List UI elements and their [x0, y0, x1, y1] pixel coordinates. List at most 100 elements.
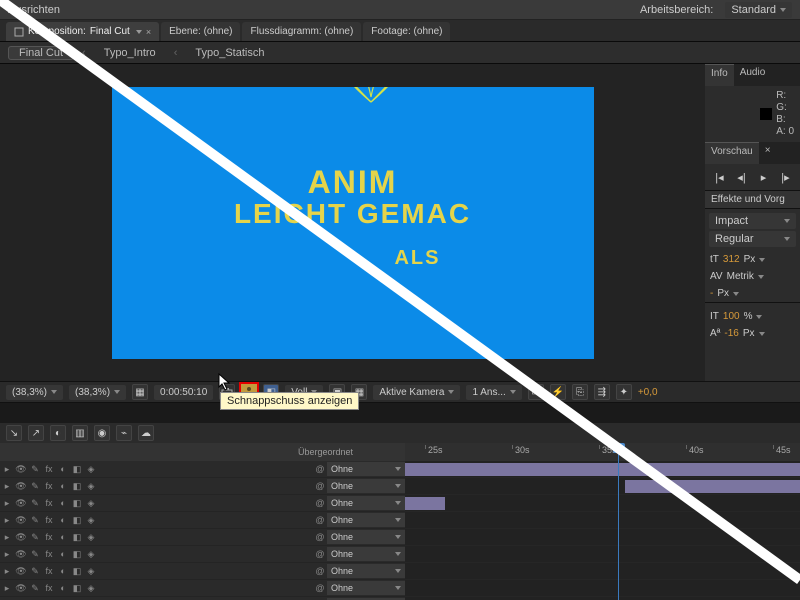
timecode-display[interactable]: 0:00:50:10	[154, 385, 213, 400]
pen-icon[interactable]: ✎	[28, 498, 42, 509]
3d-layer-icon[interactable]: ◈	[84, 532, 98, 543]
fx-icon[interactable]: fx	[42, 515, 56, 525]
tab-flowchart[interactable]: Flussdiagramm: (ohne)	[242, 22, 361, 41]
pickwhip-icon[interactable]: @	[313, 566, 327, 576]
timeline-icon[interactable]: ⎘	[572, 384, 588, 400]
pen-icon[interactable]: ✎	[28, 583, 42, 594]
leading-value[interactable]: -	[710, 288, 713, 299]
mini-tab-typo-statisch[interactable]: Typo_Statisch	[185, 47, 274, 59]
pen-icon[interactable]: ✎	[28, 549, 42, 560]
eye-icon[interactable]: 👁	[14, 498, 28, 509]
parent-select[interactable]: Ohne	[327, 564, 405, 578]
3d-icon[interactable]: ◉	[94, 425, 110, 441]
layer-row[interactable]: ▸👁✎fx◐◧◈@Ohne	[0, 529, 405, 546]
parent-select[interactable]: Ohne	[327, 513, 405, 527]
pickwhip-icon[interactable]: @	[313, 532, 327, 542]
track-row[interactable]	[405, 478, 800, 495]
tab-footage[interactable]: Footage: (ohne)	[363, 22, 450, 41]
tab-preview[interactable]: Vorschau	[705, 142, 759, 164]
3d-layer-icon[interactable]: ◈	[84, 481, 98, 492]
pickwhip-icon[interactable]: @	[313, 481, 327, 491]
layer-row[interactable]: ▸👁✎fx◐◧◈@Ohne	[0, 563, 405, 580]
fast-preview-icon[interactable]: ⚡	[550, 384, 566, 400]
mini-tab-finalcut[interactable]: Final Cut	[8, 46, 74, 60]
pickwhip-icon[interactable]: @	[313, 515, 327, 525]
effects-panel-label[interactable]: Effekte und Vorg	[705, 190, 800, 209]
track-row[interactable]	[405, 512, 800, 529]
adjustment-icon[interactable]: ◧	[70, 566, 84, 577]
font-style-select[interactable]: Regular	[709, 231, 796, 247]
eye-icon[interactable]: 👁	[14, 481, 28, 492]
mini-tab-typo-intro[interactable]: Typo_Intro	[94, 47, 166, 59]
track-row[interactable]	[405, 461, 800, 478]
3d-layer-icon[interactable]: ◈	[84, 583, 98, 594]
3d-layer-icon[interactable]: ◈	[84, 464, 98, 475]
caret-right-icon[interactable]: ▸	[0, 583, 14, 594]
eye-icon[interactable]: 👁	[14, 464, 28, 475]
kerning-value[interactable]: Metrik	[727, 271, 754, 282]
motion-blur-icon[interactable]: ◐	[56, 566, 70, 576]
prev-frame-icon[interactable]: ◂|	[734, 170, 750, 184]
adjustment-icon[interactable]: ◧	[70, 515, 84, 526]
camera-select[interactable]: Aktive Kamera	[373, 385, 460, 400]
time-ruler[interactable]: 25s30s35s40s45s	[405, 443, 800, 461]
layer-row[interactable]: ▸👁✎fx◐◧◈@Ohne	[0, 461, 405, 478]
track-row[interactable]	[405, 546, 800, 563]
motion-blur-icon[interactable]: ◐	[50, 425, 66, 441]
next-frame-icon[interactable]: |▸	[778, 170, 794, 184]
layer-row[interactable]: ▸👁✎fx◐◧◈@Ohne	[0, 580, 405, 597]
pen-icon[interactable]: ✎	[28, 481, 42, 492]
motion-blur-icon[interactable]: ◐	[56, 515, 70, 525]
fx-icon[interactable]: fx	[42, 549, 56, 559]
font-size-value[interactable]: 312	[723, 254, 740, 265]
pickwhip-icon[interactable]: @	[313, 464, 327, 474]
layer-row[interactable]: ▸👁✎fx◐◧◈@Ohne	[0, 478, 405, 495]
eye-icon[interactable]: 👁	[14, 532, 28, 543]
views-select[interactable]: 1 Ans...	[466, 385, 521, 400]
layer-row[interactable]: ▸👁✎fx◐◧◈@Ohne	[0, 495, 405, 512]
3d-layer-icon[interactable]: ◈	[84, 566, 98, 577]
timeline-tracks[interactable]: 25s30s35s40s45s	[405, 443, 800, 600]
layer-row[interactable]: ▸👁✎fx◐◧◈@Ohne	[0, 512, 405, 529]
parent-select[interactable]: Ohne	[327, 547, 405, 561]
clip[interactable]	[405, 463, 800, 476]
close-icon[interactable]: ×	[759, 142, 777, 164]
motion-blur-icon[interactable]: ◐	[56, 481, 70, 491]
track-row[interactable]	[405, 563, 800, 580]
shy-icon[interactable]: ↗	[28, 425, 44, 441]
layer-row[interactable]: ▸👁✎fx◐◧◈@Ohne	[0, 546, 405, 563]
fx-icon[interactable]: fx	[42, 566, 56, 576]
zoom-select-b[interactable]: (38,3%)	[69, 385, 126, 400]
caret-right-icon[interactable]: ▸	[0, 498, 14, 509]
pen-icon[interactable]: ✎	[28, 515, 42, 526]
fx-icon[interactable]: fx	[42, 464, 56, 474]
fx-icon[interactable]: fx	[42, 532, 56, 542]
adjustment-icon[interactable]: ◧	[70, 464, 84, 475]
motion-blur-icon[interactable]: ◐	[56, 549, 70, 559]
baseline-value[interactable]: -16	[724, 328, 738, 339]
clip[interactable]	[625, 480, 800, 493]
graph-icon[interactable]: ⌁	[116, 425, 132, 441]
tab-audio[interactable]: Audio	[734, 64, 772, 86]
pen-icon[interactable]: ✎	[28, 532, 42, 543]
pen-icon[interactable]: ✎	[28, 566, 42, 577]
eye-icon[interactable]: 👁	[14, 549, 28, 560]
caret-right-icon[interactable]: ▸	[0, 566, 14, 577]
parent-select[interactable]: Ohne	[327, 479, 405, 493]
pen-icon[interactable]: ✎	[28, 464, 42, 475]
caret-down-icon[interactable]	[136, 30, 142, 34]
motion-blur-icon[interactable]: ◐	[56, 498, 70, 508]
fx-icon[interactable]: fx	[42, 481, 56, 491]
motion-blur-icon[interactable]: ◐	[56, 532, 70, 542]
fx-icon[interactable]: fx	[42, 583, 56, 593]
tab-info[interactable]: Info	[705, 64, 734, 86]
caret-right-icon[interactable]: ▸	[0, 532, 14, 543]
workspace-select[interactable]: Standard	[725, 2, 792, 18]
close-icon[interactable]: ×	[146, 27, 151, 37]
motion-blur-icon[interactable]: ◐	[56, 583, 70, 593]
font-family-select[interactable]: Impact	[709, 213, 796, 229]
playhead[interactable]	[618, 443, 625, 600]
reset-exposure-icon[interactable]: ✦	[616, 384, 632, 400]
parent-select[interactable]: Ohne	[327, 496, 405, 510]
parent-select[interactable]: Ohne	[327, 462, 405, 476]
